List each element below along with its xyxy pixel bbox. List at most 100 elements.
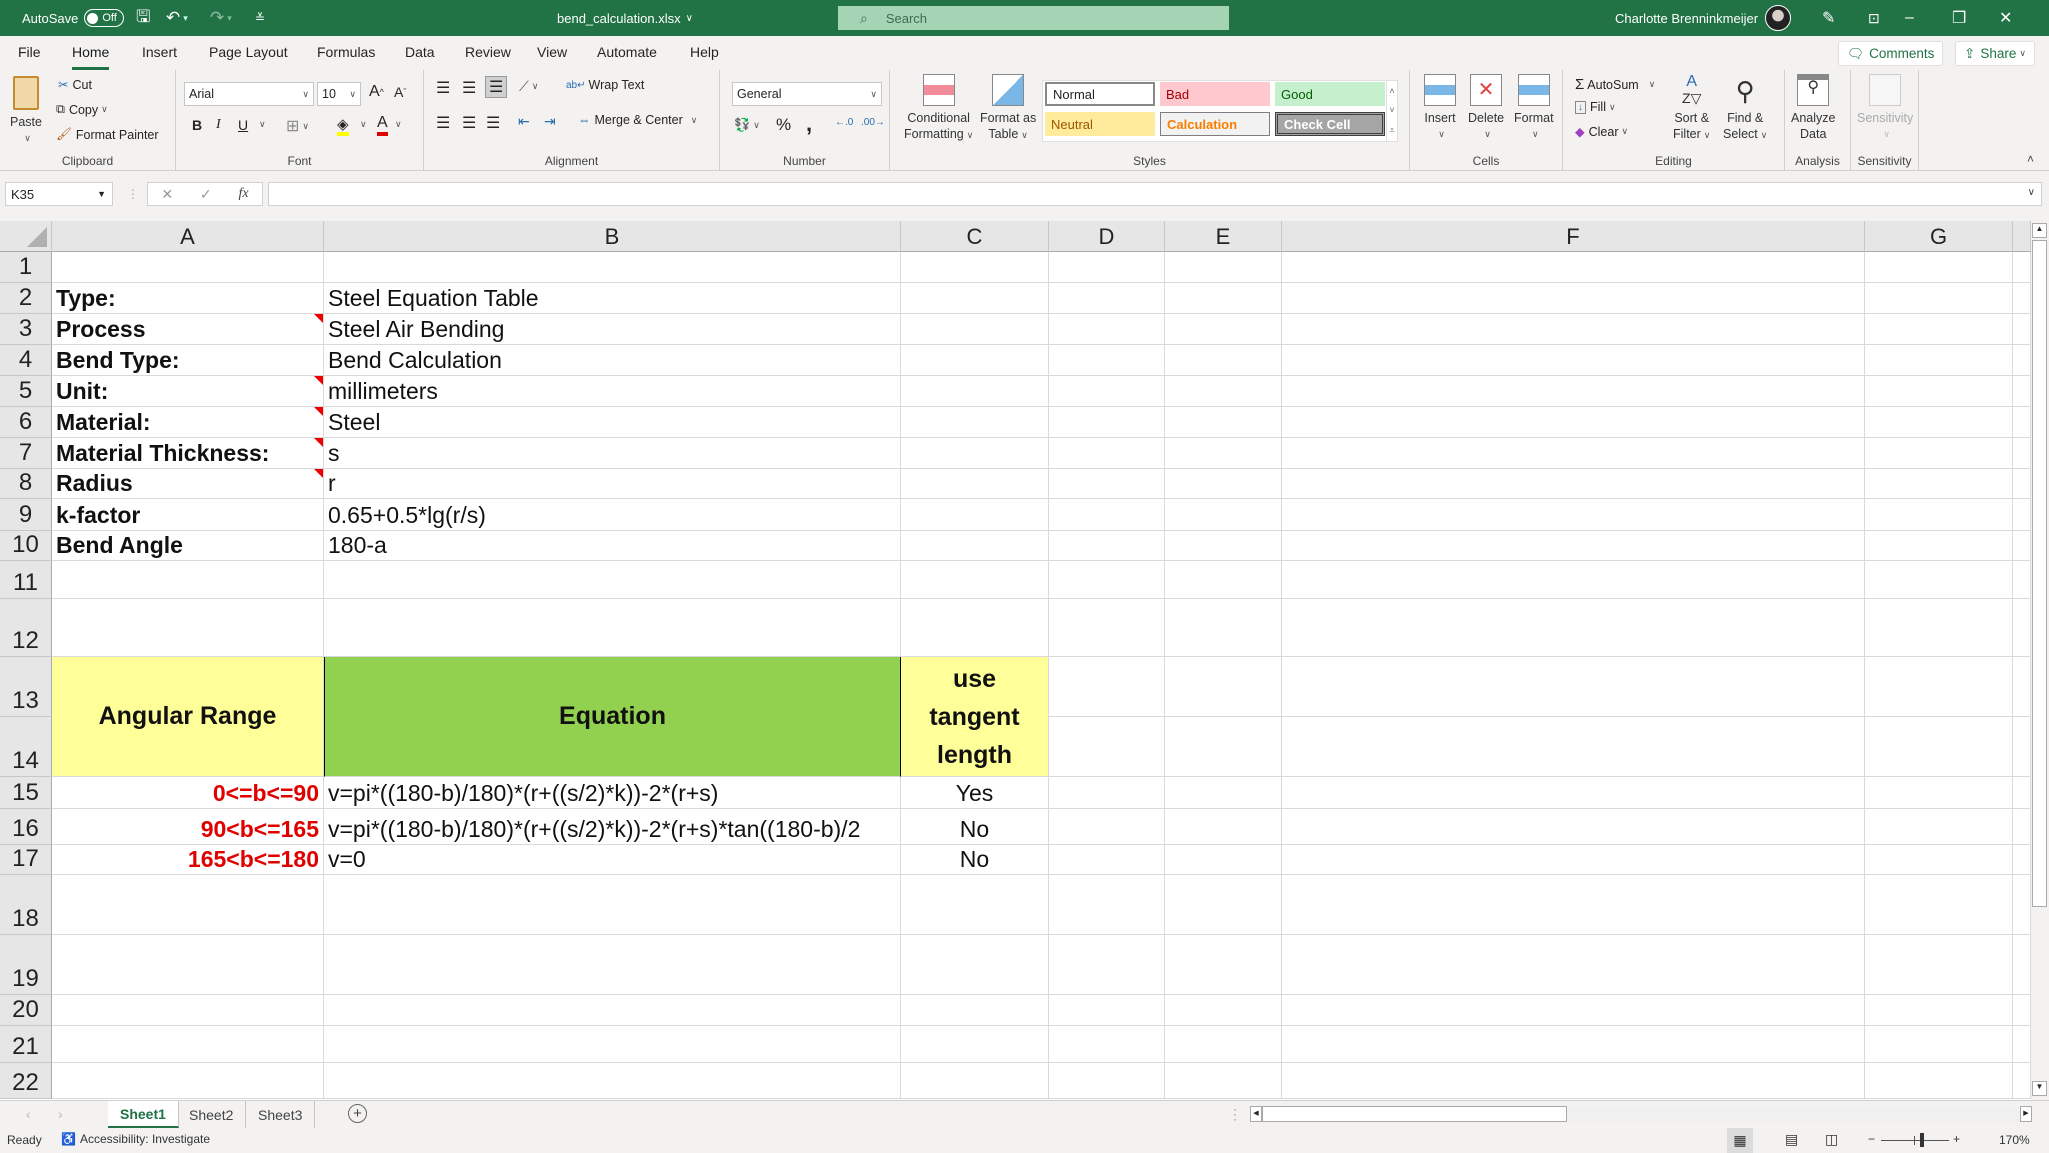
cell-d11[interactable] xyxy=(1049,561,1165,599)
cell-b5[interactable]: millimeters xyxy=(324,376,901,407)
share-button[interactable]: ⇪ Share ∨ xyxy=(1955,41,2035,66)
style-neutral[interactable]: Neutral xyxy=(1045,112,1155,136)
styles-gallery-scroll[interactable]: ˄ ˅ ⩡ xyxy=(1386,80,1398,142)
cell-partial-21[interactable] xyxy=(2013,1026,2031,1063)
row-header-9[interactable]: 9 xyxy=(0,499,52,531)
cell-e20[interactable] xyxy=(1165,995,1282,1026)
cell-g13[interactable] xyxy=(1865,657,2013,717)
cell-partial-15[interactable] xyxy=(2013,777,2031,809)
cell-e7[interactable] xyxy=(1165,438,1282,469)
close-button[interactable]: ✕ xyxy=(1999,0,2045,36)
cell-partial-22[interactable] xyxy=(2013,1063,2031,1099)
next-sheet-icon[interactable]: › xyxy=(58,1106,63,1122)
cell-b12[interactable] xyxy=(324,599,901,657)
comments-button[interactable]: 🗨 Comments xyxy=(1838,41,1944,66)
add-sheet-button[interactable]: + xyxy=(348,1104,367,1123)
cell-d9[interactable] xyxy=(1049,499,1165,531)
row-header-7[interactable]: 7 xyxy=(0,438,52,469)
insert-function-icon[interactable]: fx xyxy=(238,186,248,202)
normal-view-icon[interactable]: ▦ xyxy=(1727,1128,1753,1153)
row-header-22[interactable]: 22 xyxy=(0,1063,52,1099)
cell-c16[interactable]: No xyxy=(901,809,1049,845)
cell-d13[interactable] xyxy=(1049,657,1165,717)
cell-c2[interactable] xyxy=(901,283,1049,314)
copy-button[interactable]: ⧉ Copy ∨ xyxy=(56,102,108,117)
cell-c5[interactable] xyxy=(901,376,1049,407)
avatar[interactable] xyxy=(1765,0,1791,36)
font-name-select[interactable]: Arial ∨ xyxy=(184,82,314,106)
cell-partial-2[interactable] xyxy=(2013,283,2031,314)
tab-automate[interactable]: Automate xyxy=(597,44,657,66)
row-header-6[interactable]: 6 xyxy=(0,407,52,438)
cell-e8[interactable] xyxy=(1165,469,1282,499)
cell-a4[interactable]: Bend Type: xyxy=(52,345,324,376)
sheet-tab-sheet3[interactable]: Sheet3 xyxy=(246,1101,316,1128)
cell-d15[interactable] xyxy=(1049,777,1165,809)
cell-g7[interactable] xyxy=(1865,438,2013,469)
cell-f1[interactable] xyxy=(1282,252,1865,283)
row-header-16[interactable]: 16 xyxy=(0,809,52,845)
cell-d12[interactable] xyxy=(1049,599,1165,657)
row-header-15[interactable]: 15 xyxy=(0,777,52,809)
cell-g20[interactable] xyxy=(1865,995,2013,1026)
cell-a5[interactable]: Unit: xyxy=(52,376,324,407)
scroll-up-icon[interactable]: ▲ xyxy=(2032,223,2047,238)
cell-a21[interactable] xyxy=(52,1026,324,1063)
cell-d21[interactable] xyxy=(1049,1026,1165,1063)
cell-partial-13[interactable] xyxy=(2013,657,2031,717)
row-header-18[interactable]: 18 xyxy=(0,875,52,935)
cell-f2[interactable] xyxy=(1282,283,1865,314)
cell-f10[interactable] xyxy=(1282,531,1865,561)
decrease-decimal-icon[interactable]: .00→ xyxy=(861,117,885,128)
cell-e1[interactable] xyxy=(1165,252,1282,283)
page-break-view-icon[interactable]: ◫ xyxy=(1825,1131,1838,1148)
cell-f7[interactable] xyxy=(1282,438,1865,469)
tab-split-grip[interactable]: ⋮ xyxy=(1228,1106,1242,1123)
cell-a10[interactable]: Bend Angle xyxy=(52,531,324,561)
cell-f13[interactable] xyxy=(1282,657,1865,717)
tab-help[interactable]: Help xyxy=(690,44,719,66)
sort-filter-button[interactable]: A Z▽ Sort & Filter ∨ xyxy=(1673,74,1710,143)
cell-d8[interactable] xyxy=(1049,469,1165,499)
fill-color-icon[interactable]: ◈ xyxy=(337,116,349,136)
fill-button[interactable]: ↓ Fill ∨ xyxy=(1575,100,1616,114)
tab-file[interactable]: File xyxy=(18,44,41,66)
row-header-10[interactable]: 10 xyxy=(0,531,52,561)
cancel-icon[interactable]: ✕ xyxy=(161,186,173,203)
comma-button[interactable]: , xyxy=(806,111,812,137)
tab-insert[interactable]: Insert xyxy=(142,44,177,66)
style-bad[interactable]: Bad xyxy=(1160,82,1270,106)
format-as-table-button[interactable]: Format as Table ∨ xyxy=(980,74,1036,143)
cell-d6[interactable] xyxy=(1049,407,1165,438)
zoom-slider[interactable] xyxy=(1881,1133,1949,1147)
cell-f16[interactable] xyxy=(1282,809,1865,845)
cell-partial-8[interactable] xyxy=(2013,469,2031,499)
font-color-dropdown-icon[interactable]: ∨ xyxy=(392,119,402,130)
font-color-icon[interactable]: A xyxy=(377,114,388,136)
cell-f11[interactable] xyxy=(1282,561,1865,599)
cell-f15[interactable] xyxy=(1282,777,1865,809)
row-header-12[interactable]: 12 xyxy=(0,599,52,657)
column-header-d[interactable]: D xyxy=(1049,221,1165,252)
user-name[interactable]: Charlotte Brenninkmeijer xyxy=(1615,0,1758,36)
cell-d4[interactable] xyxy=(1049,345,1165,376)
cell-c1[interactable] xyxy=(901,252,1049,283)
cell-c19[interactable] xyxy=(901,935,1049,995)
cell-b13[interactable]: Equation xyxy=(324,657,901,777)
cell-b19[interactable] xyxy=(324,935,901,995)
column-header-e[interactable]: E xyxy=(1165,221,1282,252)
cell-f20[interactable] xyxy=(1282,995,1865,1026)
minimize-button[interactable]: – xyxy=(1905,0,1951,36)
cell-g5[interactable] xyxy=(1865,376,2013,407)
cell-a7[interactable]: Material Thickness: xyxy=(52,438,324,469)
scroll-down-icon[interactable]: ▼ xyxy=(2032,1081,2047,1096)
tab-view[interactable]: View xyxy=(537,44,567,66)
cell-e4[interactable] xyxy=(1165,345,1282,376)
column-header-g[interactable]: G xyxy=(1865,221,2013,252)
underline-dropdown-icon[interactable]: ∨ xyxy=(256,119,266,130)
cell-f6[interactable] xyxy=(1282,407,1865,438)
tab-formulas[interactable]: Formulas xyxy=(317,44,375,66)
row-header-8[interactable]: 8 xyxy=(0,469,52,499)
cell-f19[interactable] xyxy=(1282,935,1865,995)
cell-g12[interactable] xyxy=(1865,599,2013,657)
